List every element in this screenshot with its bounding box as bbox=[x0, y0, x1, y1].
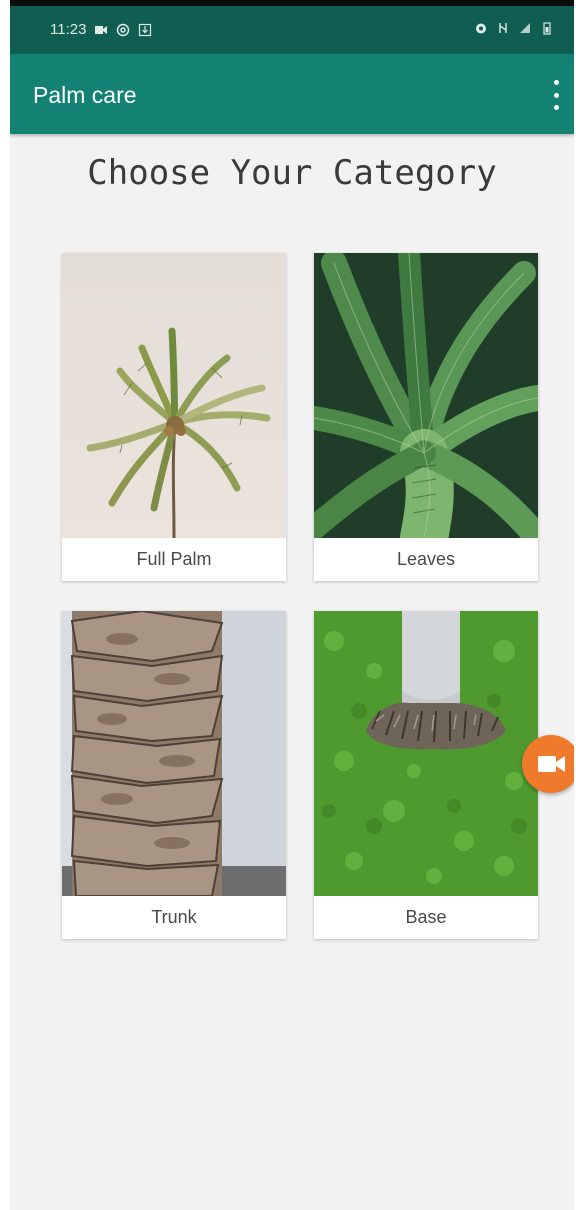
category-card-trunk[interactable]: Trunk bbox=[62, 611, 286, 939]
video-camera-icon bbox=[538, 756, 565, 772]
sync-icon bbox=[499, 23, 507, 33]
download-icon bbox=[139, 23, 152, 36]
base-photo bbox=[314, 611, 538, 896]
category-label: Trunk bbox=[151, 907, 197, 927]
app-title: Palm care bbox=[33, 82, 137, 108]
battery-icon bbox=[543, 22, 551, 35]
alarm-icon bbox=[476, 23, 486, 34]
category-label: Leaves bbox=[396, 549, 456, 569]
category-card-base[interactable]: Base bbox=[314, 611, 538, 939]
video-icon bbox=[95, 25, 108, 34]
more-vertical-icon[interactable] bbox=[550, 80, 562, 110]
status-time: 11:23 bbox=[50, 21, 87, 38]
screen: 11:23 Palm care Choose Your Category Ful… bbox=[10, 0, 574, 1210]
category-label: Full Palm bbox=[136, 549, 212, 569]
trunk-photo bbox=[62, 611, 286, 896]
app-bar: Palm care bbox=[10, 54, 574, 134]
signal-icon bbox=[520, 23, 530, 33]
leaves-photo bbox=[314, 253, 538, 538]
page-heading: Choose Your Category bbox=[87, 153, 497, 193]
category-card-leaves[interactable]: Leaves bbox=[314, 253, 538, 581]
at-sign-icon bbox=[117, 23, 130, 36]
category-label: Base bbox=[405, 907, 447, 927]
video-record-button[interactable] bbox=[522, 735, 574, 793]
status-bar: 11:23 bbox=[10, 6, 574, 54]
full-palm-photo bbox=[62, 253, 286, 538]
category-card-full-palm[interactable]: Full Palm bbox=[62, 253, 286, 581]
